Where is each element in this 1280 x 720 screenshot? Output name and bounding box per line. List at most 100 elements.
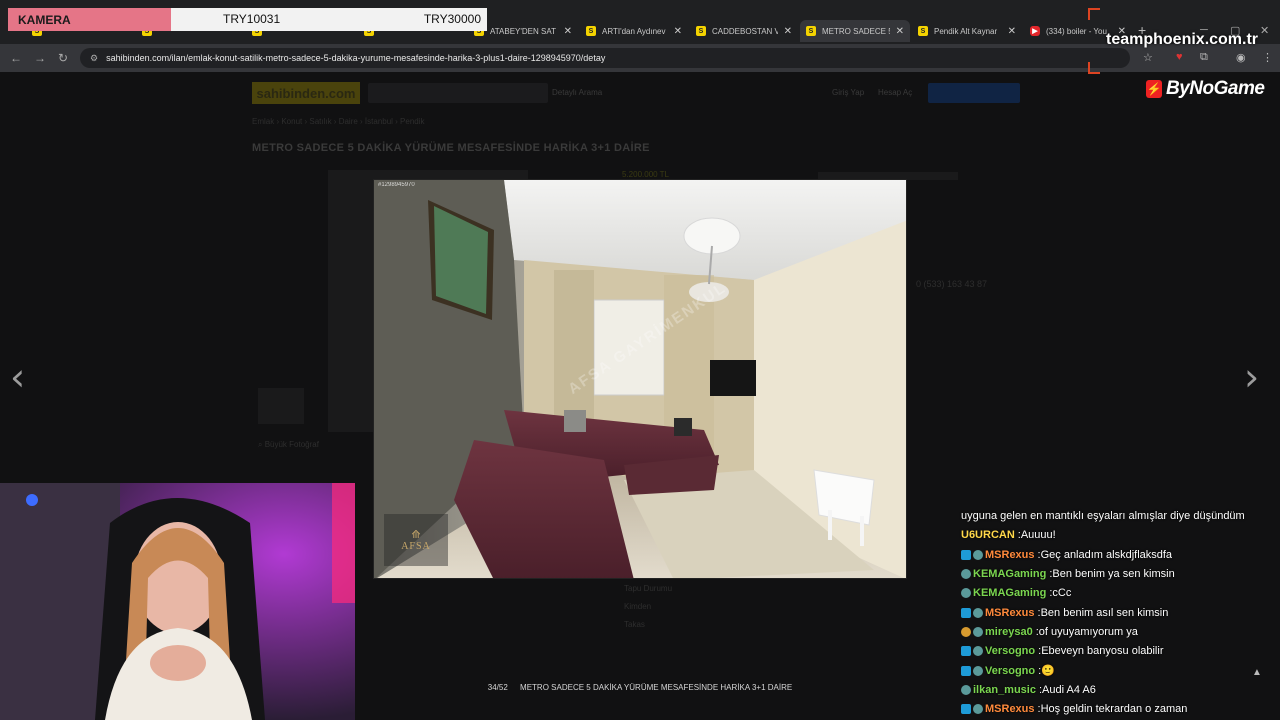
chat-text: Auuuu! [1020, 529, 1056, 542]
subscriber-badge-icon [961, 704, 971, 714]
chat-badge-icon [973, 704, 983, 714]
url-field[interactable]: ⚙ sahibinden.com/ilan/emlak-konut-satili… [80, 48, 1130, 68]
chat-message: Versogno: Ebeveyn banyosu olabilir [961, 645, 1164, 657]
chat-message: MSRexus: Geç anladım alskdjflaksdfa [961, 549, 1172, 561]
stream-screen: { "browser": { "tabs": [ {"label": "", "… [0, 0, 1280, 720]
chat-username[interactable]: KEMAGaming [973, 587, 1046, 599]
emote-icon: 🙂 [1041, 665, 1055, 678]
donation-target: TRY30000 [423, 12, 481, 26]
browser-tab[interactable]: S ARTI'dan Aydınev ✕ [580, 20, 688, 42]
chat-scroll-up-icon[interactable]: ▲ [1252, 667, 1262, 678]
listing-price: 5.200.000 TL [622, 170, 670, 179]
detail-label: Takas [624, 620, 645, 629]
listing-id-watermark: #1298945970 [378, 182, 415, 188]
site-header: sahibinden.com Detaylı Arama Giriş Yap H… [252, 82, 1022, 106]
chat-username[interactable]: Versogno [985, 645, 1035, 657]
chat-text: Hoş geldin tekrardan o zaman [1040, 703, 1188, 715]
browser-tab[interactable]: S CADDEBOSTAN V ✕ [690, 20, 798, 42]
detail-label: Kimden [624, 602, 652, 611]
site-logo[interactable]: sahibinden.com [252, 82, 360, 104]
site-info-icon[interactable]: ⚙ [90, 53, 98, 64]
profile-icon[interactable]: ◉ [1236, 51, 1246, 64]
camera-label: KAMERA [8, 8, 171, 31]
chat-text: uyguna gelen en mantıklı eşyaları almışl… [961, 510, 1245, 522]
webcam-feed [0, 483, 355, 720]
chat-message: MSRexus: Ben benim asıl sen kimsin [961, 607, 1168, 619]
extension-icon[interactable]: ♥ [1176, 51, 1183, 63]
close-tab-icon[interactable]: ✕ [784, 26, 792, 37]
chat-message: KEMAGaming: Ben benim ya sen kimsin [961, 568, 1175, 580]
frame-corner [1088, 8, 1100, 20]
gallery-photo[interactable]: #1298945970 AFSA GAYRİMENKUL ⟰ AFSA [373, 179, 907, 579]
chat-username[interactable]: MSRexus [985, 549, 1035, 561]
bynogame-logo-icon: ⚡ [1146, 80, 1162, 98]
chat-text: of uyuyamıyorum ya [1038, 625, 1138, 638]
chat-username[interactable]: U6URCAN [961, 529, 1015, 541]
chat-message: U6URCAN: Auuuu! [961, 529, 1056, 541]
chat-username[interactable]: mireysa0 [985, 626, 1033, 638]
chat-badge-icon [961, 568, 971, 579]
close-window-button[interactable]: ✕ [1260, 24, 1269, 37]
gift-badge-icon [961, 626, 971, 637]
reload-icon[interactable]: ↻ [58, 51, 68, 65]
chat-text: Ben benim ya sen kimsin [1052, 567, 1175, 580]
donation-current: TRY10031 [223, 12, 281, 26]
detailed-search-link[interactable]: Detaylı Arama [552, 88, 602, 97]
chat-message: MSRexus: Hoş geldin tekrardan o zaman [961, 703, 1187, 715]
previous-photo-arrow-icon[interactable]: ‹ [10, 355, 25, 399]
browser-tab[interactable]: S Pendik Alt Kaynar ✕ [912, 20, 1022, 42]
menu-icon[interactable]: ⋮ [1262, 51, 1273, 64]
chat-message: uyguna gelen en mantıklı eşyaları almışl… [961, 510, 1245, 522]
subscriber-badge-icon [961, 646, 971, 657]
afsa-logo-icon: ⟰ [411, 529, 421, 541]
close-tab-icon[interactable]: ✕ [1008, 26, 1016, 37]
donation-goal-bar: TRY10031 TRY30000 [171, 8, 487, 31]
living-room-photo [374, 180, 906, 578]
sponsor-logo: ⚡ ByNoGame [1146, 78, 1265, 99]
post-ad-button[interactable] [928, 83, 1020, 103]
breadcrumb: Emlak › Konut › Satılık › Daire › İstanb… [252, 117, 425, 126]
chat-username[interactable]: KEMAGaming [973, 568, 1046, 580]
chat-text: cCc [1052, 587, 1072, 600]
chat-message: KEMAGaming: cCc [961, 587, 1071, 599]
large-photo-link[interactable]: ⌕ Büyük Fotoğraf [258, 440, 319, 450]
streamer-webcam-image [0, 483, 355, 720]
chat-message: ilkan_music: Audi A4 A6 [961, 684, 1096, 696]
chat-text: Geç anladım alskdjflaksdfa [1040, 548, 1173, 561]
chat-username[interactable]: MSRexus [985, 607, 1035, 619]
chat-badge-icon [973, 626, 983, 637]
extensions-puzzle-icon[interactable]: ⧉ [1200, 51, 1208, 64]
login-link[interactable]: Giriş Yap [832, 88, 864, 97]
chat-overlay: uyguna gelen en mantıklı eşyaları almışl… [957, 508, 1277, 720]
photo-caption-title: METRO SADECE 5 DAKİKA YÜRÜME MESAFESİNDE… [520, 683, 793, 692]
detail-label: Tapu Durumu [624, 584, 673, 593]
chat-message: mireysa0: of uyuyamıyorum ya [961, 626, 1138, 638]
sahibinden-favicon: S [806, 26, 816, 36]
browser-tab-active[interactable]: S METRO SADECE 5 ✕ [800, 20, 910, 42]
close-tab-icon[interactable]: ✕ [896, 26, 904, 37]
back-icon[interactable]: ← [10, 51, 22, 65]
next-photo-arrow-icon[interactable]: › [1244, 355, 1259, 399]
sponsor-site: teamphoenix.com.tr [1106, 31, 1259, 48]
chat-username[interactable]: ilkan_music [973, 684, 1036, 696]
subscriber-badge-icon [961, 665, 971, 676]
chat-username[interactable]: MSRexus [985, 703, 1035, 715]
sahibinden-favicon: S [586, 26, 596, 36]
bookmark-star-icon[interactable]: ☆ [1143, 51, 1153, 64]
site-search-input[interactable] [368, 83, 548, 103]
close-tab-icon[interactable]: ✕ [564, 26, 572, 37]
chat-badge-icon [961, 684, 971, 695]
chat-badge-icon [973, 646, 983, 657]
close-tab-icon[interactable]: ✕ [674, 26, 682, 37]
subscriber-badge-icon [961, 607, 971, 618]
chat-text: Audi A4 A6 [1042, 683, 1096, 696]
sahibinden-favicon: S [918, 26, 928, 36]
forward-icon[interactable]: → [34, 51, 46, 65]
signup-link[interactable]: Hesap Aç [878, 88, 912, 97]
thumbnail[interactable] [258, 388, 304, 424]
chat-username[interactable]: Versogno [985, 665, 1035, 677]
seller-phone: 0 (533) 163 43 87 [916, 279, 988, 289]
youtube-favicon: ▶ [1030, 26, 1040, 36]
chat-badge-icon [973, 549, 983, 560]
chat-badge-icon [961, 588, 971, 599]
